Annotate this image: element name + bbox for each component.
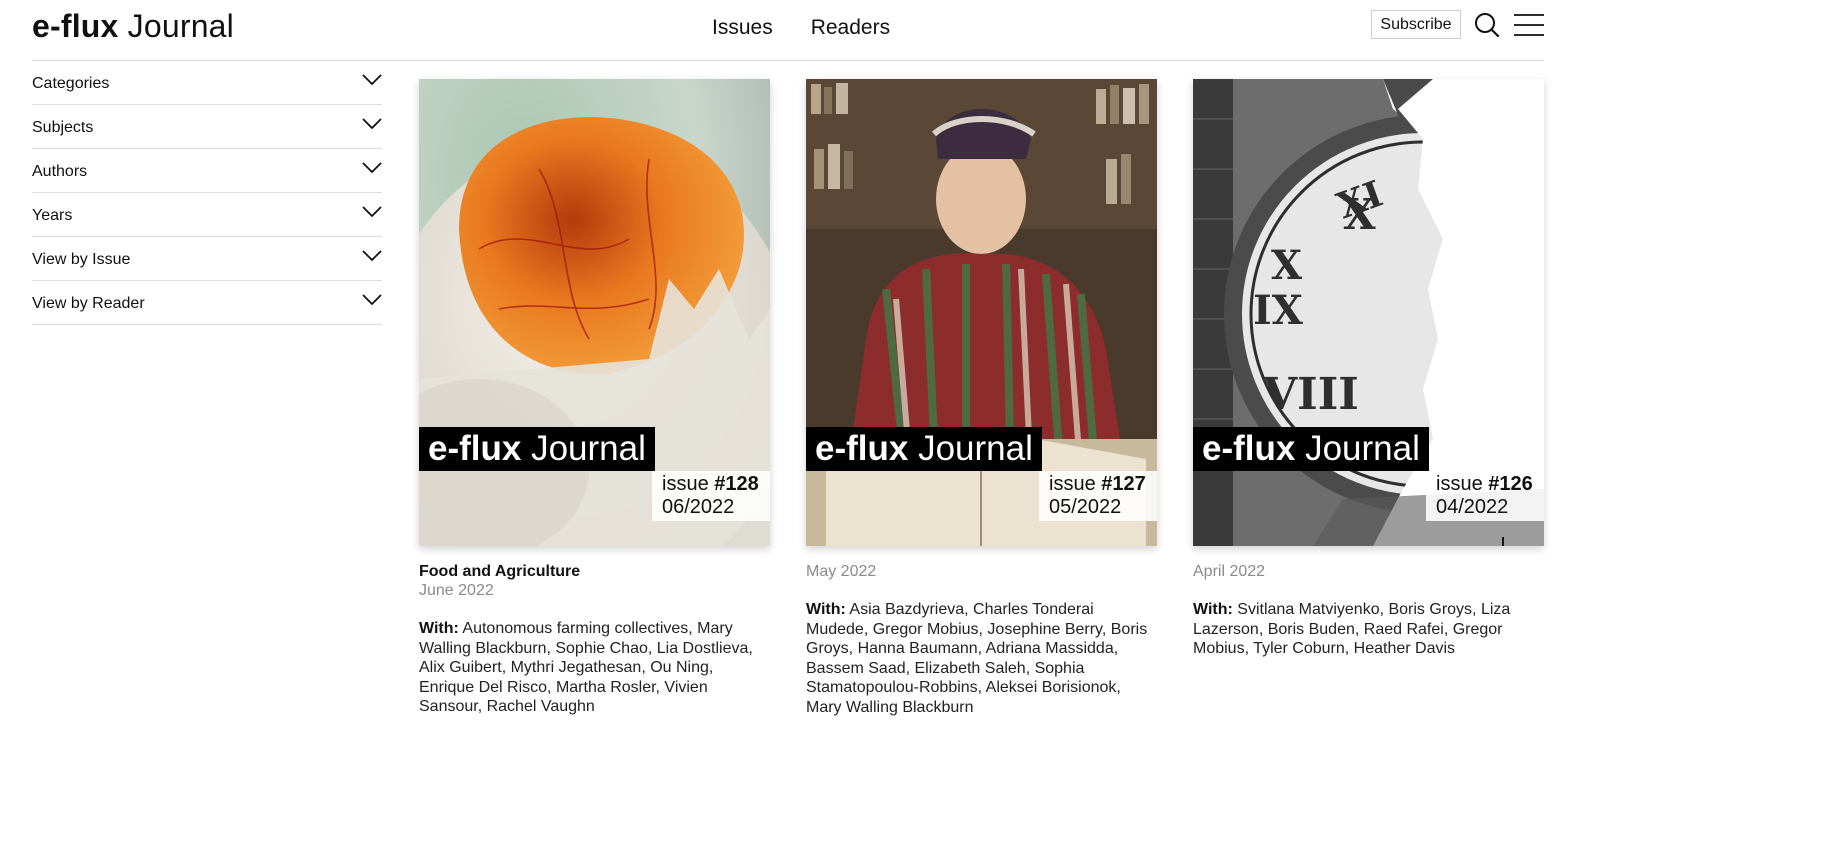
issue-date-text: April 2022 [1193,563,1266,580]
issue-contributors: With: Autonomous farming collectives, Ma… [419,619,770,717]
issue-number-box: issue #127 05/2022 [1039,471,1157,521]
filter-label: View by Reader [32,295,145,312]
chevron-down-icon [362,117,382,131]
issue-date-text: June 2022 [419,582,494,599]
search-icon[interactable] [1473,11,1501,39]
brand-light-text: Journal [531,429,646,468]
site-header: e-flux Journal Issues Readers Subscribe [32,0,1544,61]
issue-number: #127 [1101,473,1146,495]
issue-word: issue [1049,473,1096,495]
filter-label: Subjects [32,119,94,136]
issue-contributors: With: Asia Bazdyrieva, Charles Tonderai … [806,600,1157,717]
issue-number-box: issue #128 06/2022 [652,471,770,521]
filter-years[interactable]: Years [32,193,382,237]
issue-number-line: issue #126 [1436,473,1538,496]
issue-word: issue [1436,473,1483,495]
issue-contributors: With: Svitlana Matviyenko, Boris Groys, … [1193,600,1544,659]
svg-text:VIII: VIII [1262,369,1359,420]
menu-icon[interactable] [1513,12,1545,38]
with-label: With: [419,620,459,637]
chevron-down-icon [362,249,382,263]
brand-light-text: Journal [1305,429,1420,468]
journal-brand: e-flux Journal [419,427,655,471]
issue-card-127: e-flux Journal issue #127 05/2022 May 20… [806,79,1157,717]
issue-title[interactable]: Food and Agriculture [419,562,770,581]
chevron-down-icon [362,293,382,307]
svg-text:IX: IX [1253,287,1303,334]
filter-view-by-reader[interactable]: View by Reader [32,281,382,325]
brand-light-text: Journal [918,429,1033,468]
issue-number: #128 [714,473,759,495]
filter-label: Categories [32,75,110,92]
issue-date: 05/2022 [1049,496,1122,518]
issue-card-126: X X IX VIII XI e-flux Journal issue #126… [1193,79,1544,659]
brand-bold-text: e-flux [1202,429,1296,468]
contributors-list: Asia Bazdyrieva, Charles Tonderai Mudede… [806,601,1148,716]
filter-sidebar: Categories Subjects Authors Years View b… [32,61,382,325]
with-label: With: [806,601,846,618]
filter-label: Years [32,207,73,224]
brand-bold-text: e-flux [815,429,909,468]
filter-categories[interactable]: Categories [32,61,382,105]
issue-card-128: e-flux Journal issue #128 06/2022 Food a… [419,79,770,717]
chevron-down-icon [362,161,382,175]
chevron-down-icon [362,73,382,87]
issue-cover[interactable]: e-flux Journal issue #127 05/2022 [806,79,1157,546]
filter-authors[interactable]: Authors [32,149,382,193]
main-nav: Issues Readers [712,14,890,42]
issue-number: #126 [1488,473,1533,495]
contributors-list: Svitlana Matviyenko, Boris Groys, Liza L… [1193,601,1511,657]
nav-readers[interactable]: Readers [811,14,890,42]
journal-brand: e-flux Journal [806,427,1042,471]
nav-issues[interactable]: Issues [712,14,773,42]
svg-text:X: X [1271,242,1302,289]
chevron-down-icon [362,205,382,219]
journal-brand: e-flux Journal [1193,427,1429,471]
issue-cover[interactable]: e-flux Journal issue #128 06/2022 [419,79,770,546]
issue-cover[interactable]: X X IX VIII XI e-flux Journal issue #126… [1193,79,1544,546]
with-label: With: [1193,601,1233,618]
contributors-list: Autonomous farming collectives, Mary Wal… [419,620,753,715]
issue-number-line: issue #127 [1049,473,1151,496]
logo-light-text: Journal [127,8,234,44]
subscribe-button[interactable]: Subscribe [1371,10,1461,39]
issue-number-line: issue #128 [662,473,764,496]
brand-bold-text: e-flux [428,429,522,468]
issue-word: issue [662,473,709,495]
issue-date-text: May 2022 [806,563,877,580]
issue-number-box: issue #126 04/2022 [1426,471,1544,521]
filter-subjects[interactable]: Subjects [32,105,382,149]
issue-date: 06/2022 [662,496,735,518]
filter-label: Authors [32,163,88,180]
issue-date: 04/2022 [1436,496,1509,518]
filter-label: View by Issue [32,251,131,268]
site-logo[interactable]: e-flux Journal [32,6,234,46]
logo-bold-text: e-flux [32,8,119,44]
filter-view-by-issue[interactable]: View by Issue [32,237,382,281]
